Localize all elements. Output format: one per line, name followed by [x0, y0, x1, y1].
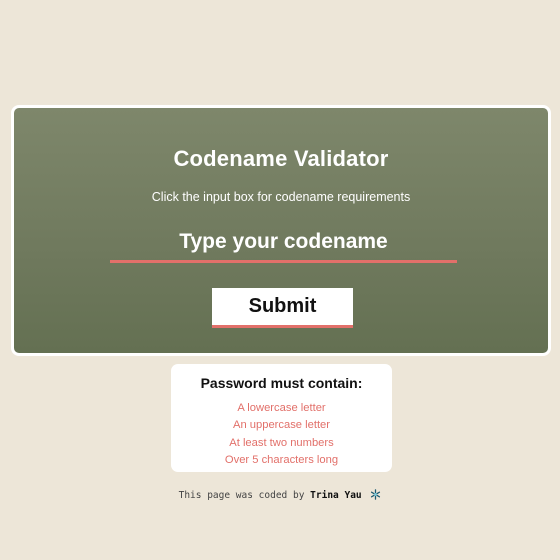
- requirement-lowercase: A lowercase letter: [237, 402, 326, 414]
- requirements-title: Password must contain:: [200, 375, 363, 391]
- author-link[interactable]: Trina Yau: [310, 490, 361, 501]
- requirement-uppercase: An uppercase letter: [232, 419, 331, 432]
- codename-input[interactable]: [110, 224, 457, 263]
- requirements-list: A lowercase letter An uppercase letter A…: [171, 400, 392, 469]
- footer-credit: This page was coded by Trina Yau: [0, 489, 560, 501]
- submit-button[interactable]: Submit: [212, 288, 353, 328]
- codename-validator-card: Codename Validator Click the input box f…: [11, 105, 551, 356]
- requirement-numbers: At least two numbers: [229, 436, 334, 449]
- requirements-panel: Password must contain: A lowercase lette…: [171, 364, 392, 472]
- snowflake-icon: [370, 489, 381, 500]
- instruction-text: Click the input box for codename require…: [151, 190, 411, 204]
- footer-text: This page was coded by: [178, 490, 305, 501]
- requirement-length: Over 5 characters long: [224, 453, 339, 466]
- page-title: Codename Validator: [173, 146, 389, 171]
